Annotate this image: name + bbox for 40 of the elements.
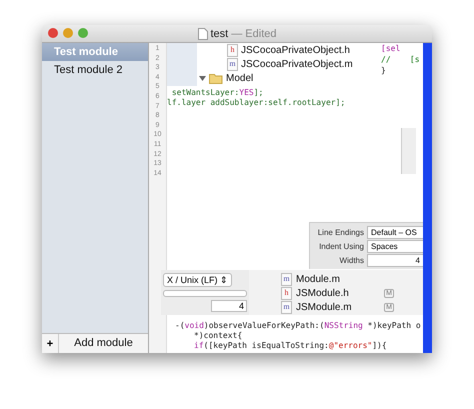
code-line: } <box>381 65 387 76</box>
add-symbol[interactable]: + <box>42 338 58 350</box>
disclosure-triangle-icon[interactable] <box>199 74 206 82</box>
folder-icon <box>209 72 223 84</box>
add-module-button[interactable]: Add module <box>58 334 148 353</box>
close-button[interactable] <box>48 28 58 38</box>
file-name[interactable]: Module.m <box>296 274 340 284</box>
setting-field[interactable]: Default – OS <box>367 226 424 238</box>
setting-field[interactable]: Spaces <box>367 240 424 252</box>
file-icon: m <box>281 300 292 314</box>
code-line: lf.layer addSublayer:self.rootLayer]; <box>167 98 346 108</box>
line-endings-popup[interactable]: X / Unix (LF) ⇕ <box>163 273 232 287</box>
code-line: [sel <box>381 43 402 54</box>
setting-label: Widths <box>338 256 364 264</box>
sidebar-item[interactable]: Test module 2 <box>42 61 148 79</box>
popup-button[interactable] <box>163 290 247 297</box>
file-icon: h <box>227 44 238 56</box>
setting-label: Line Endings <box>316 228 364 236</box>
code-line: if([keyPath isEqualToString:@"errors"]){ <box>193 341 388 351</box>
width-field[interactable]: 4 <box>211 300 247 312</box>
file-name[interactable]: JSModule.m <box>296 302 352 312</box>
file-name[interactable]: JSModule.h <box>296 288 349 298</box>
edited-status: — Edited <box>231 28 276 40</box>
code-line: // [s <box>381 54 421 65</box>
code-line: -(void)observeValueForKeyPath:(NSString *)keyPath o <box>175 321 422 331</box>
minimize-button[interactable] <box>63 28 73 38</box>
setting-label: Indent Using <box>318 242 364 250</box>
code-line: setWantsLayer:YES]; <box>170 88 264 98</box>
file-name[interactable]: JSCocoaPrivateObject.m <box>241 58 353 70</box>
code-line: *)context{ <box>193 331 244 341</box>
file-icon: m <box>281 272 292 286</box>
file-name[interactable]: Model <box>226 72 254 84</box>
file-icon: h <box>281 286 292 300</box>
window-title: test <box>210 28 228 40</box>
file-icon: m <box>227 58 238 70</box>
zoom-button[interactable] <box>78 28 88 38</box>
document-icon <box>198 28 208 40</box>
file-name[interactable]: JSCocoaPrivateObject.h <box>241 44 350 56</box>
setting-field[interactable]: 4 <box>367 254 424 266</box>
scrollbar-track <box>401 128 416 174</box>
